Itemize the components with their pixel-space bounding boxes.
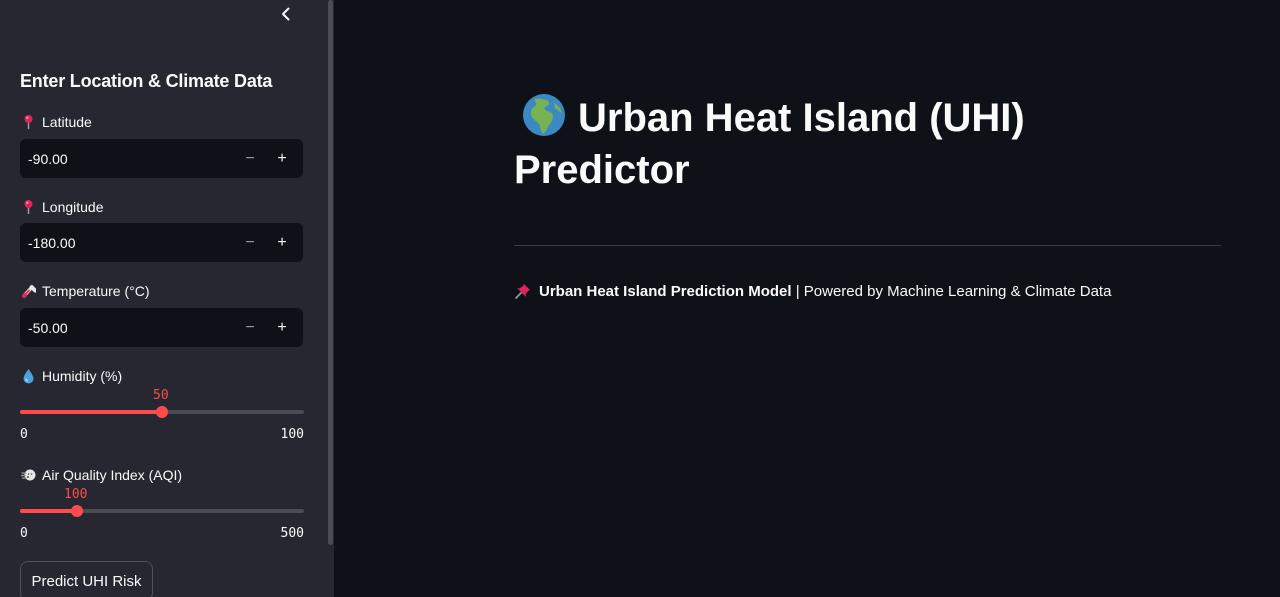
aqi-label: Air Quality Index (AQI) — [42, 467, 183, 483]
page-title: Urban Heat Island (UHI) Predictor — [514, 96, 1025, 192]
temperature-label-row: Temperature (°C) — [21, 283, 150, 299]
aqi-min-label: 0 — [20, 526, 28, 541]
globe-africa-europe-icon — [523, 94, 565, 136]
divider — [514, 245, 1221, 246]
longitude-field: − + — [20, 223, 303, 262]
sidebar-header: Enter Location & Climate Data — [20, 71, 273, 91]
longitude-increment-button[interactable]: + — [266, 223, 298, 262]
longitude-decrement-button[interactable]: − — [234, 223, 266, 262]
sidebar-scrollbar[interactable] — [328, 0, 333, 545]
sidebar: Enter Location & Climate Data Latitude −… — [0, 0, 334, 597]
humidity-slider-value: 50 — [153, 388, 169, 403]
humidity-label: Humidity (%) — [42, 368, 123, 384]
wind-face-icon — [21, 469, 36, 481]
aqi-slider-value: 100 — [64, 487, 88, 502]
humidity-slider-fill — [20, 410, 162, 414]
latitude-input[interactable] — [20, 139, 234, 178]
caption-text: Urban Heat Island Prediction Model | Pow… — [539, 283, 1111, 300]
latitude-increment-button[interactable]: + — [266, 139, 298, 178]
humidity-slider[interactable] — [20, 406, 304, 418]
longitude-label-row: Longitude — [21, 199, 104, 215]
thermometer-icon — [22, 285, 36, 298]
aqi-slider[interactable] — [20, 505, 304, 517]
latitude-decrement-button[interactable]: − — [234, 139, 266, 178]
aqi-label-row: Air Quality Index (AQI) — [21, 467, 182, 483]
caption: Urban Heat Island Prediction Model | Pow… — [514, 282, 1111, 300]
longitude-label: Longitude — [42, 199, 104, 215]
temperature-label: Temperature (°C) — [42, 283, 150, 299]
temperature-field: − + — [20, 308, 303, 347]
humidity-max-label: 100 — [280, 427, 304, 442]
aqi-max-label: 500 — [280, 526, 304, 541]
latitude-label-row: Latitude — [21, 114, 92, 130]
latitude-field: − + — [20, 139, 303, 178]
latitude-label: Latitude — [42, 114, 92, 130]
longitude-input[interactable] — [20, 223, 234, 262]
temperature-decrement-button[interactable]: − — [234, 308, 266, 347]
aqi-slider-thumb[interactable] — [70, 505, 83, 517]
chevron-left-icon — [282, 7, 290, 21]
droplet-icon — [23, 369, 34, 384]
temperature-increment-button[interactable]: + — [266, 308, 298, 347]
aqi-slider-range: 0 500 — [20, 526, 304, 541]
predict-uhi-risk-button[interactable]: Predict UHI Risk — [20, 561, 153, 597]
aqi-slider-fill — [20, 509, 77, 513]
temperature-input[interactable] — [20, 308, 234, 347]
humidity-slider-thumb[interactable] — [156, 406, 168, 418]
round-pushpin-icon — [24, 200, 33, 214]
round-pushpin-icon — [24, 115, 33, 129]
caption-rest: | Powered by Machine Learning & Climate … — [791, 282, 1112, 300]
pushpin-icon — [515, 284, 530, 299]
main-content: Urban Heat Island (UHI) Predictor Urban … — [334, 0, 1280, 597]
page-title-block: Urban Heat Island (UHI) Predictor — [514, 92, 1074, 196]
humidity-label-row: Humidity (%) — [21, 368, 122, 384]
humidity-slider-range: 0 100 — [20, 427, 304, 442]
caption-bold: Urban Heat Island Prediction Model — [539, 282, 792, 300]
humidity-min-label: 0 — [20, 427, 28, 442]
collapse-sidebar-button[interactable] — [276, 4, 296, 24]
